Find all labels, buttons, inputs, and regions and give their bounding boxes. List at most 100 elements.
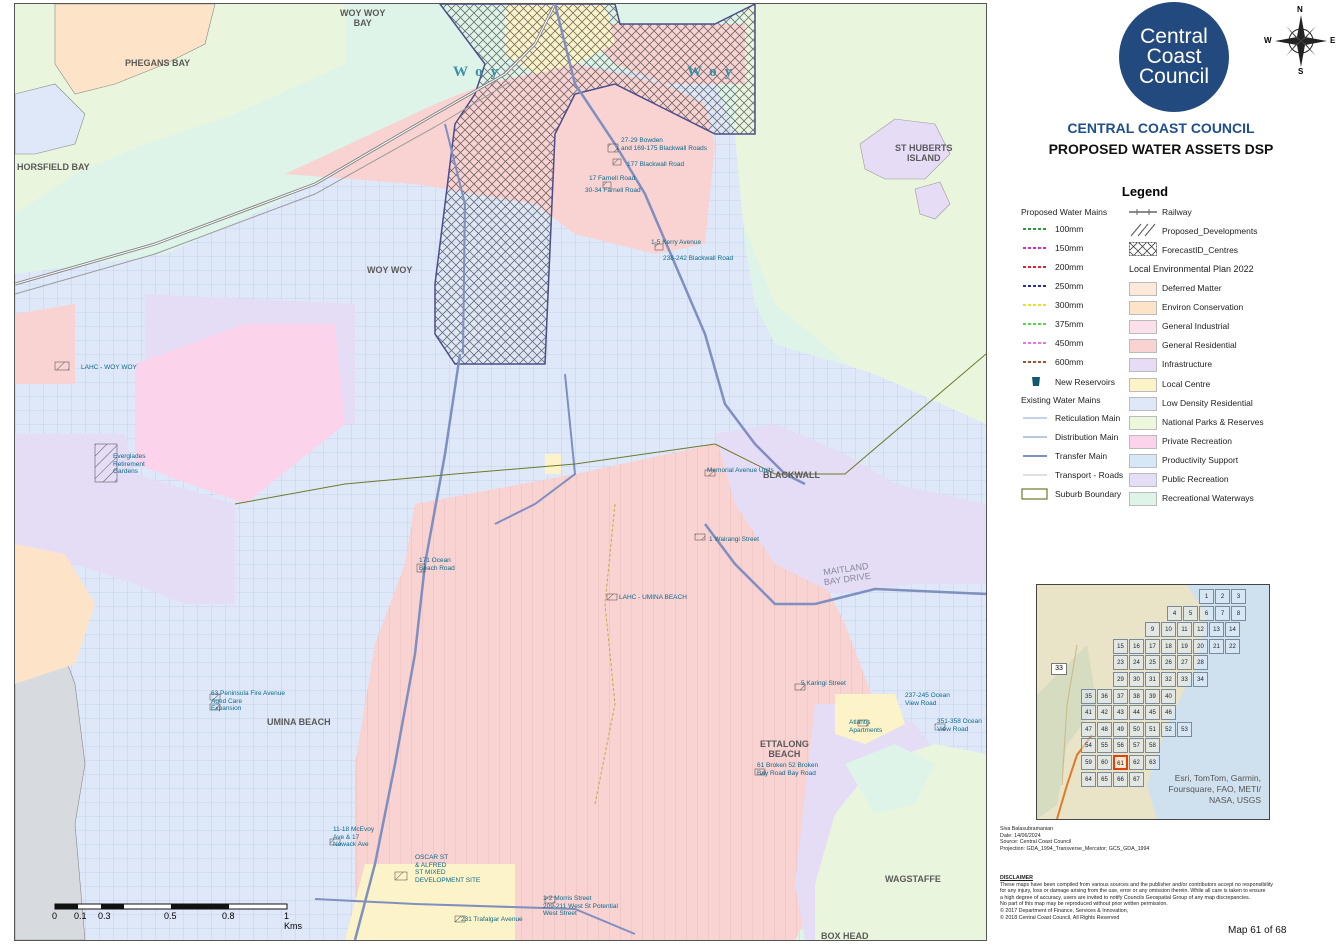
legend-item-lep: Low Density Residential bbox=[1162, 397, 1253, 408]
inset-sheet-cell[interactable]: 61 bbox=[1113, 755, 1128, 770]
inset-sheet-cell[interactable]: 32 bbox=[1161, 672, 1176, 687]
legend-item-existing: Transport - Roads bbox=[1055, 470, 1124, 480]
inset-sheet-cell[interactable]: 36 bbox=[1097, 688, 1112, 704]
inset-sheet-cell[interactable]: 27 bbox=[1177, 655, 1192, 671]
place-label-woy-woy-bay: WOY WOY BAY bbox=[340, 8, 386, 28]
legend-item-lep: General Industrial bbox=[1162, 321, 1230, 332]
inset-sheet-cell[interactable]: 31 bbox=[1145, 672, 1160, 687]
inset-sheet-cell[interactable]: 47 bbox=[1081, 721, 1096, 737]
inset-sheet-cell[interactable]: 28 bbox=[1193, 655, 1208, 671]
inset-sheet-cell[interactable]: 45 bbox=[1145, 705, 1160, 721]
legend-swatch-lep bbox=[1129, 415, 1157, 430]
place-label-st-huberts-island: ST HUBERTS ISLAND bbox=[895, 143, 953, 163]
legend-item-proposed: 300mm bbox=[1055, 300, 1084, 310]
inset-sheet-cell[interactable]: 5 bbox=[1183, 605, 1198, 621]
inset-sheet-cell[interactable]: 63 bbox=[1145, 755, 1160, 770]
legend-item-lep: Infrastructure bbox=[1162, 359, 1213, 370]
page-number: Map 61 of 68 bbox=[1228, 925, 1287, 936]
legend-swatch-existing bbox=[1023, 417, 1047, 419]
inset-sheet-cell[interactable]: 6 bbox=[1199, 605, 1214, 621]
inset-sheet-cell[interactable]: 34 bbox=[1193, 672, 1208, 687]
inset-sheet-cell[interactable]: 19 bbox=[1177, 638, 1192, 654]
inset-sheet-cell[interactable]: 50 bbox=[1129, 721, 1144, 737]
inset-sheet-cell[interactable]: 60 bbox=[1097, 755, 1112, 770]
legend-item-lep: Local Centre bbox=[1162, 378, 1211, 389]
inset-sheet-cell[interactable]: 40 bbox=[1161, 688, 1176, 704]
legend-item-proposed: 150mm bbox=[1055, 243, 1084, 253]
legend-item-proposed: 450mm bbox=[1055, 338, 1084, 348]
inset-sheet-cell[interactable]: 15 bbox=[1113, 638, 1128, 654]
development-label: LAHC - WOY WOY bbox=[81, 364, 137, 371]
legend-swatch-lep bbox=[1129, 453, 1157, 468]
inset-sheet-cell[interactable]: 46 bbox=[1161, 705, 1176, 721]
reservoir-icon bbox=[1032, 377, 1040, 386]
inset-sheet-cell[interactable]: 3 bbox=[1231, 589, 1246, 604]
inset-sheet-cell[interactable]: 57 bbox=[1129, 738, 1144, 754]
development-label: LAHC - UMINA BEACH bbox=[619, 594, 687, 601]
disclaimer-line: © 2018 Central Coast Council, All Rights… bbox=[1000, 914, 1120, 921]
place-label-ettalong-beach: ETTALONG BEACH bbox=[760, 739, 809, 759]
legend-swatch-proposed bbox=[1023, 323, 1047, 325]
inset-sheet-cell[interactable]: 13 bbox=[1209, 622, 1224, 638]
inset-sheet-cell[interactable]: 52 bbox=[1161, 721, 1176, 737]
map-title: PROPOSED WATER ASSETS DSP bbox=[1048, 141, 1274, 157]
inset-sheet-cell[interactable]: 64 bbox=[1081, 771, 1096, 787]
inset-sheet-cell[interactable]: 16 bbox=[1129, 638, 1144, 654]
inset-sheet-cell[interactable]: 14 bbox=[1225, 622, 1240, 638]
inset-sheet-cell[interactable]: 4 bbox=[1167, 605, 1182, 621]
inset-map[interactable]: 1 2 3 4 5 6 7 8 9 10 11 12 13 14 15 16 17 18 19 20 21 22 23 24 2… bbox=[1036, 584, 1270, 820]
inset-sheet-cell[interactable]: 2 bbox=[1215, 589, 1230, 604]
inset-sheet-cell[interactable]: 48 bbox=[1097, 721, 1112, 737]
inset-sheet-cell[interactable]: 39 bbox=[1145, 688, 1160, 704]
inset-sheet-cell[interactable]: 33 bbox=[1177, 672, 1192, 687]
inset-sheet-cell[interactable]: 42 bbox=[1097, 705, 1112, 721]
scale-tick: 0 bbox=[52, 911, 58, 921]
place-label-box-head: BOX HEAD bbox=[821, 931, 869, 941]
inset-sheet-cell[interactable]: 24 bbox=[1129, 655, 1144, 671]
legend-item-proposed: 600mm bbox=[1055, 357, 1084, 367]
inset-sheet-cell[interactable]: 65 bbox=[1097, 771, 1112, 787]
inset-sheet-cell[interactable]: 59 bbox=[1081, 755, 1096, 770]
inset-sheet-cell[interactable]: 10 bbox=[1161, 622, 1176, 638]
inset-sheet-cell[interactable]: 30 bbox=[1129, 672, 1144, 687]
inset-sheet-cell[interactable]: 41 bbox=[1081, 705, 1096, 721]
inset-sheet-cell[interactable]: 51 bbox=[1145, 721, 1160, 737]
development-label: OSCAR ST & ALFRED ST MIXED DEVELOPMENT S… bbox=[415, 854, 481, 884]
inset-sheet-cell[interactable]: 23 bbox=[1113, 655, 1128, 671]
map-frame[interactable]: Woy Woy WOY WOY BAY PHEGANS BAY HORSFIEL… bbox=[14, 3, 987, 941]
inset-sheet-cell[interactable]: 66 bbox=[1113, 771, 1128, 787]
inset-sheet-cell[interactable]: 17 bbox=[1145, 638, 1160, 654]
inset-sheet-cell[interactable]: 21 bbox=[1209, 638, 1224, 654]
scale-tick: 1 Kms bbox=[284, 911, 302, 931]
inset-sheet-cell[interactable]: 22 bbox=[1225, 638, 1240, 654]
inset-sheet-cell[interactable]: 56 bbox=[1113, 738, 1128, 754]
inset-sheet-cell[interactable]: 18 bbox=[1161, 638, 1176, 654]
inset-sheet-cell[interactable]: 1 bbox=[1199, 589, 1214, 604]
inset-sheet-cell[interactable]: 37 bbox=[1113, 688, 1128, 704]
inset-sheet-cell[interactable]: 38 bbox=[1129, 688, 1144, 704]
inset-sheet-cell[interactable]: 53 bbox=[1177, 721, 1192, 737]
legend-item-existing: Reticulation Main bbox=[1055, 413, 1121, 423]
inset-sheet-cell[interactable]: 29 bbox=[1113, 672, 1128, 687]
inset-sheet-cell[interactable]: 67 bbox=[1129, 771, 1144, 787]
inset-sheet-cell[interactable]: 25 bbox=[1145, 655, 1160, 671]
place-label-umina-beach: UMINA BEACH bbox=[267, 717, 331, 727]
inset-sheet-cell[interactable]: 26 bbox=[1161, 655, 1176, 671]
legend-title: Legend bbox=[1121, 184, 1169, 199]
inset-sheet-cell[interactable]: 62 bbox=[1129, 755, 1144, 770]
inset-sheet-cell[interactable]: 7 bbox=[1215, 605, 1230, 621]
inset-sheet-cell[interactable]: 43 bbox=[1113, 705, 1128, 721]
inset-sheet-cell[interactable]: 44 bbox=[1129, 705, 1144, 721]
inset-sheet-cell[interactable]: 49 bbox=[1113, 721, 1128, 737]
organisation-name: CENTRAL COAST COUNCIL bbox=[1067, 120, 1255, 136]
inset-sheet-cell[interactable]: 8 bbox=[1231, 605, 1246, 621]
inset-sheet-cell[interactable]: 55 bbox=[1097, 738, 1112, 754]
development-label: 238-242 Blackwall Road bbox=[663, 255, 734, 262]
inset-sheet-cell[interactable]: 20 bbox=[1193, 638, 1208, 654]
inset-sheet-cell[interactable]: 54 bbox=[1081, 738, 1096, 754]
inset-sheet-cell[interactable]: 58 bbox=[1145, 738, 1160, 754]
inset-sheet-cell[interactable]: 35 bbox=[1081, 688, 1096, 704]
inset-sheet-cell[interactable]: 11 bbox=[1177, 622, 1192, 638]
inset-sheet-cell[interactable]: 12 bbox=[1193, 622, 1208, 638]
inset-sheet-cell[interactable]: 9 bbox=[1145, 622, 1160, 638]
